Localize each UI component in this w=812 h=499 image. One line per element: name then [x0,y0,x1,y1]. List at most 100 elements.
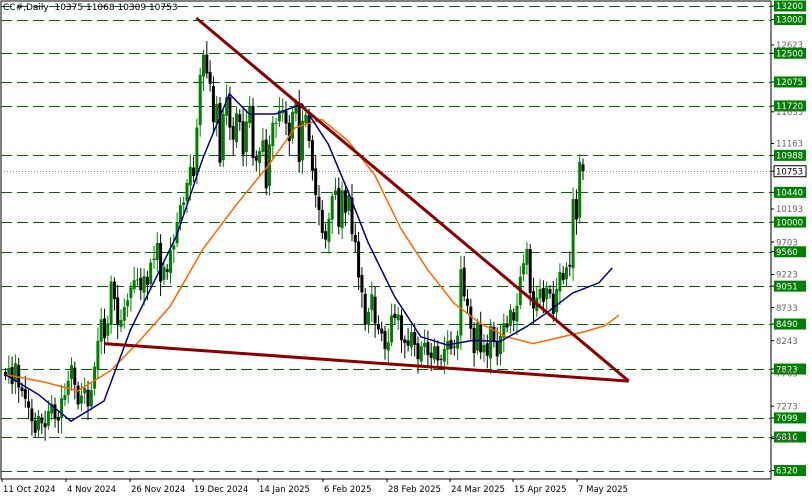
candle-up [291,112,295,139]
date-label: 6 Feb 2025 [324,485,372,495]
candle-up [330,195,334,220]
candle-up [37,415,40,431]
candle-down [103,318,106,339]
candle-down [112,281,116,300]
date-label: 19 Dec 2024 [194,485,248,495]
candle-down [208,71,212,84]
candle-down [528,249,532,293]
symbol-label: CC#,Daily [3,3,49,13]
candle-down [33,420,37,433]
candle-down [512,312,516,321]
candle-up [515,305,519,322]
candle-down [307,115,311,142]
candle-up [244,121,248,153]
candle-down [116,297,120,325]
plot-area [0,0,772,480]
candle-down [27,401,31,408]
price-label: 9051 [776,282,798,292]
candle-up [79,395,83,404]
candle-down [23,389,27,399]
candle-up [195,127,199,176]
date-label: 15 Apr 2025 [514,485,567,495]
candle-up [433,346,436,360]
candle-up [555,288,559,313]
price-label: 13000 [776,16,803,26]
price-label: 11633 [776,108,803,118]
candle-up [340,190,344,229]
candle-up [142,276,146,293]
price-label: 8490 [776,320,798,330]
candle-up [188,166,192,186]
candle-up [155,242,159,261]
candle-down [413,332,417,345]
candle-down [436,346,440,361]
candle-up [149,262,153,285]
candle-up [198,74,202,126]
candle-up [119,319,123,328]
candle-up [96,340,100,369]
date-label: 4 Nov 2024 [67,485,116,495]
candle-up [442,349,446,362]
price-label: 9560 [776,248,798,258]
candle-down [284,110,288,124]
candle-down [192,167,196,177]
candle-up [185,182,189,201]
price-label: 10193 [776,205,803,215]
date-label: 24 Mar 2025 [451,485,505,495]
candle-up [522,263,526,275]
candle-up [565,267,568,280]
candle-down [485,343,489,356]
candle-down [337,187,341,227]
candle-down [357,241,361,278]
candle-up [386,342,390,351]
candle-down [561,272,565,281]
candle-up [152,258,156,261]
price-label: 9223 [776,271,798,281]
ohlc-values: 10375 11068 10309 10753 [54,3,178,13]
candle-down [568,264,572,267]
candle-up [304,114,308,124]
candle-down [466,298,469,306]
candle-up [89,390,93,407]
price-label: 7273 [776,402,798,412]
candle-down [241,121,245,155]
candle-up [571,199,575,269]
price-label: 10753 [776,167,803,177]
candle-up [126,300,130,307]
candle-down [165,269,169,273]
candle-down [139,277,143,291]
price-label: 10000 [776,218,803,228]
candle-down [462,267,466,297]
candle-up [419,346,423,362]
candle-down [426,342,430,356]
candle-down [416,343,420,360]
candle-down [373,296,377,324]
candle-up [423,342,427,348]
candle-down [400,315,403,341]
candle-up [390,315,394,343]
candle-down [159,242,163,282]
candle-down [145,276,149,285]
candle-up [122,307,126,321]
candle-up [367,311,370,325]
price-chart[interactable]: 1320013000126231250012075117201163311163… [0,0,812,499]
candle-up [525,249,529,265]
candle-up [396,314,400,321]
candle-down [353,235,357,243]
candle-down [56,417,60,421]
candle-up [99,319,103,342]
candle-down [76,385,80,405]
candle-down [406,340,410,346]
price-label: 7099 [776,414,798,424]
candle-down [541,288,545,302]
candle-down [254,156,258,161]
date-label: 26 Nov 2024 [131,485,185,495]
date-label: 28 Feb 2025 [388,485,441,495]
candle-up [508,309,512,326]
chart-info-line: CC#,Daily 10375 11068 10309 10753 [3,3,178,13]
candle-up [106,323,110,336]
candle-up [499,336,502,354]
candle-down [548,289,552,294]
candle-up [301,120,304,161]
candle-down [581,164,585,172]
